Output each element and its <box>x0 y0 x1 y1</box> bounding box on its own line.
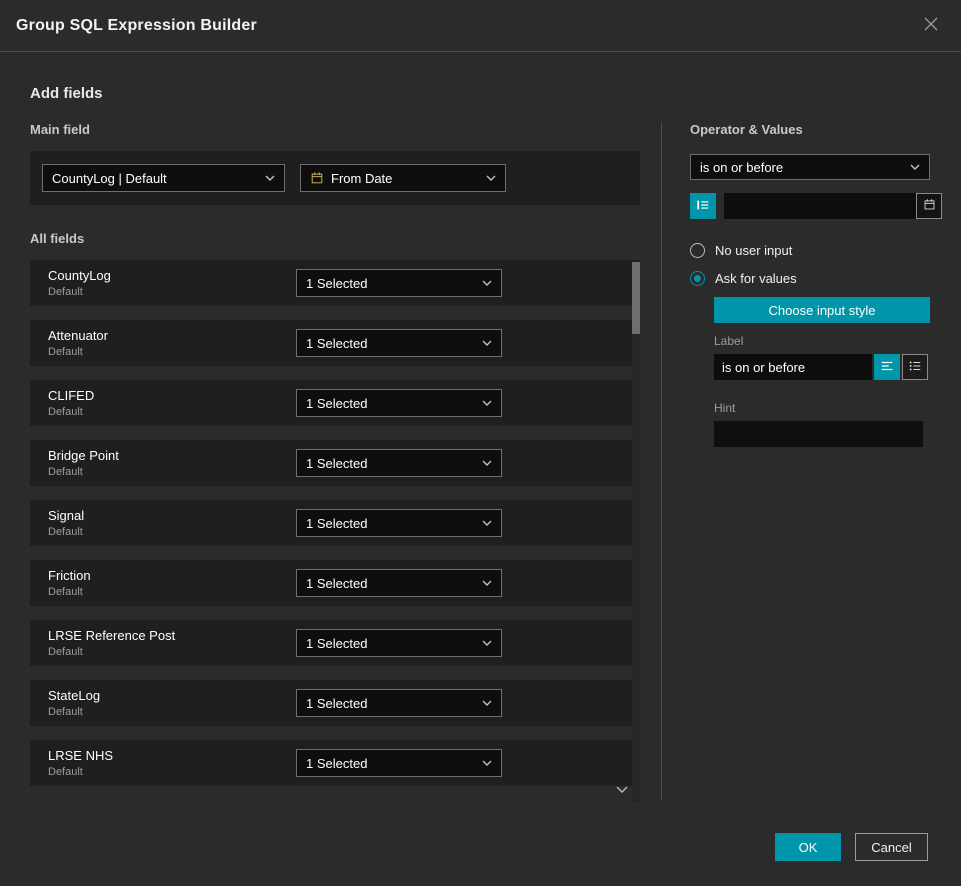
label-input[interactable] <box>714 354 872 380</box>
chevron-down-icon <box>482 580 492 586</box>
field-values-select-value: 1 Selected <box>306 696 367 711</box>
list-lines-icon <box>696 198 710 215</box>
vertical-divider <box>661 122 662 800</box>
field-row: LRSE Reference Post Default 1 Selected <box>30 620 640 666</box>
chevron-down-icon <box>482 760 492 766</box>
chevron-down-icon <box>482 700 492 706</box>
field-values-select-value: 1 Selected <box>306 336 367 351</box>
field-values-select[interactable]: 1 Selected <box>296 449 502 477</box>
all-fields-list: CountyLog Default 1 Selected Attenuator … <box>30 260 640 786</box>
align-left-icon <box>880 359 894 376</box>
operator-values-title: Operator & Values <box>690 122 930 137</box>
field-values-select[interactable]: 1 Selected <box>296 629 502 657</box>
field-row: Signal Default 1 Selected <box>30 500 640 546</box>
field-values-select-value: 1 Selected <box>306 456 367 471</box>
field-values-select-value: 1 Selected <box>306 636 367 651</box>
input-style-single-button[interactable] <box>874 354 900 380</box>
date-picker-button[interactable] <box>916 193 942 219</box>
layer-select-value: CountyLog | Default <box>52 171 167 186</box>
chevron-down-icon <box>482 640 492 646</box>
value-input-row <box>690 193 930 219</box>
fields-column: Main field CountyLog | Default From Date… <box>30 122 640 800</box>
chevron-down-icon <box>265 175 275 181</box>
scrollbar-thumb[interactable] <box>632 262 640 334</box>
operator-values-panel: Operator & Values is on or before No use… <box>690 122 930 447</box>
field-values-select[interactable]: 1 Selected <box>296 689 502 717</box>
field-row: LRSE NHS Default 1 Selected <box>30 740 640 786</box>
field-values-select-value: 1 Selected <box>306 756 367 771</box>
field-values-select[interactable]: 1 Selected <box>296 329 502 357</box>
label-input-row <box>714 354 930 380</box>
field-values-select[interactable]: 1 Selected <box>296 569 502 597</box>
ask-for-values-label: Ask for values <box>715 271 797 286</box>
radio-selected-icon <box>690 271 705 286</box>
dialog-title: Group SQL Expression Builder <box>16 17 257 35</box>
hint-input[interactable] <box>714 421 923 447</box>
field-values-select[interactable]: 1 Selected <box>296 749 502 777</box>
field-values-select-value: 1 Selected <box>306 516 367 531</box>
fields-scrollbar[interactable] <box>632 262 640 802</box>
dialog-titlebar: Group SQL Expression Builder <box>0 0 961 52</box>
field-values-select[interactable]: 1 Selected <box>296 269 502 297</box>
chevron-down-icon <box>482 520 492 526</box>
layer-select[interactable]: CountyLog | Default <box>42 164 285 192</box>
field-row: Bridge Point Default 1 Selected <box>30 440 640 486</box>
no-user-input-radio[interactable]: No user input <box>690 243 930 258</box>
cancel-button[interactable]: Cancel <box>855 833 928 861</box>
chevron-down-icon <box>486 175 496 181</box>
field-row: StateLog Default 1 Selected <box>30 680 640 726</box>
chevron-down-icon <box>910 164 920 170</box>
field-row: Friction Default 1 Selected <box>30 560 640 606</box>
close-button[interactable] <box>917 12 945 40</box>
main-field-select[interactable]: From Date <box>300 164 506 192</box>
choose-input-style-button[interactable]: Choose input style <box>714 297 930 323</box>
value-date-field <box>724 193 942 219</box>
hint-caption: Hint <box>714 401 930 415</box>
chevron-down-icon <box>482 460 492 466</box>
add-fields-title: Add fields <box>30 85 103 102</box>
field-values-select-value: 1 Selected <box>306 576 367 591</box>
field-row: CountyLog Default 1 Selected <box>30 260 640 306</box>
field-values-select[interactable]: 1 Selected <box>296 389 502 417</box>
all-fields-label: All fields <box>30 231 640 246</box>
value-list-toggle-button[interactable] <box>690 193 716 219</box>
field-values-select-value: 1 Selected <box>306 396 367 411</box>
operator-select-value: is on or before <box>700 160 783 175</box>
calendar-icon <box>310 171 324 185</box>
field-values-select[interactable]: 1 Selected <box>296 509 502 537</box>
field-row: CLIFED Default 1 Selected <box>30 380 640 426</box>
radio-unselected-icon <box>690 243 705 258</box>
operator-select[interactable]: is on or before <box>690 154 930 180</box>
close-icon <box>924 17 938 34</box>
scroll-down-chevron-icon[interactable] <box>616 786 628 794</box>
field-values-select-value: 1 Selected <box>306 276 367 291</box>
value-date-input[interactable] <box>724 193 916 219</box>
ask-for-values-radio[interactable]: Ask for values <box>690 271 930 286</box>
main-field-panel: CountyLog | Default From Date <box>30 151 640 205</box>
calendar-icon <box>923 198 936 214</box>
label-caption: Label <box>714 334 930 348</box>
main-field-label: Main field <box>30 122 640 137</box>
dialog-footer: OK Cancel <box>775 833 928 861</box>
chevron-down-icon <box>482 340 492 346</box>
ok-button[interactable]: OK <box>775 833 841 861</box>
no-user-input-label: No user input <box>715 243 792 258</box>
chevron-down-icon <box>482 400 492 406</box>
input-style-list-button[interactable] <box>902 354 928 380</box>
main-field-select-value: From Date <box>331 171 392 186</box>
field-row: Attenuator Default 1 Selected <box>30 320 640 366</box>
ask-for-values-options: Choose input style Label Hint <box>714 297 930 447</box>
chevron-down-icon <box>482 280 492 286</box>
bulleted-list-icon <box>908 359 922 376</box>
